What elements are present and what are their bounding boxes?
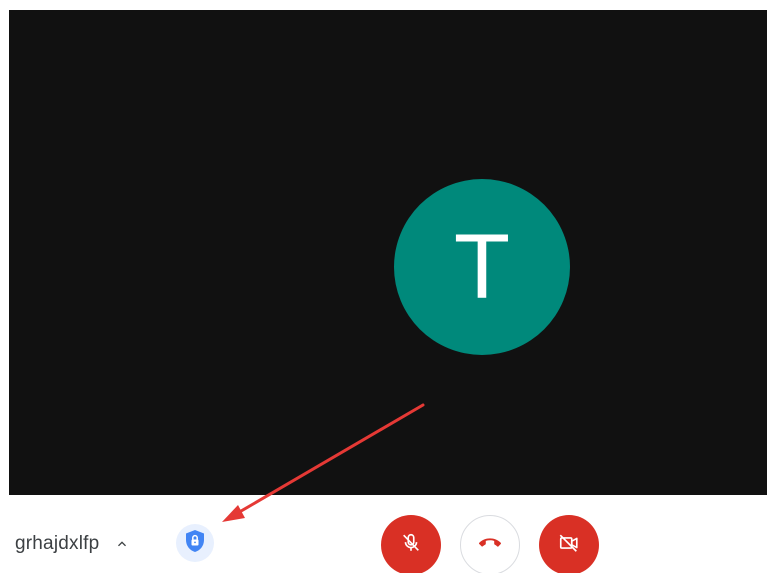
- bottom-control-bar: grhajdxlfp: [0, 495, 767, 573]
- meeting-code: grhajdxlfp: [15, 533, 100, 554]
- camera-off-icon: [557, 532, 581, 559]
- phone-hangup-icon: [479, 532, 501, 559]
- mic-off-icon: [400, 532, 422, 559]
- participant-avatar: T: [394, 179, 570, 355]
- meeting-screen: T grhajdxlfp: [0, 0, 767, 573]
- chevron-up-icon[interactable]: [111, 533, 133, 555]
- video-stage: [9, 10, 767, 495]
- shield-lock-icon: [184, 529, 206, 558]
- leave-call-button[interactable]: [460, 515, 520, 573]
- meeting-security-button[interactable]: [176, 524, 214, 562]
- microphone-toggle-button[interactable]: [381, 515, 441, 573]
- meeting-details[interactable]: grhajdxlfp: [15, 533, 133, 555]
- camera-toggle-button[interactable]: [539, 515, 599, 573]
- participant-initial: T: [453, 216, 511, 318]
